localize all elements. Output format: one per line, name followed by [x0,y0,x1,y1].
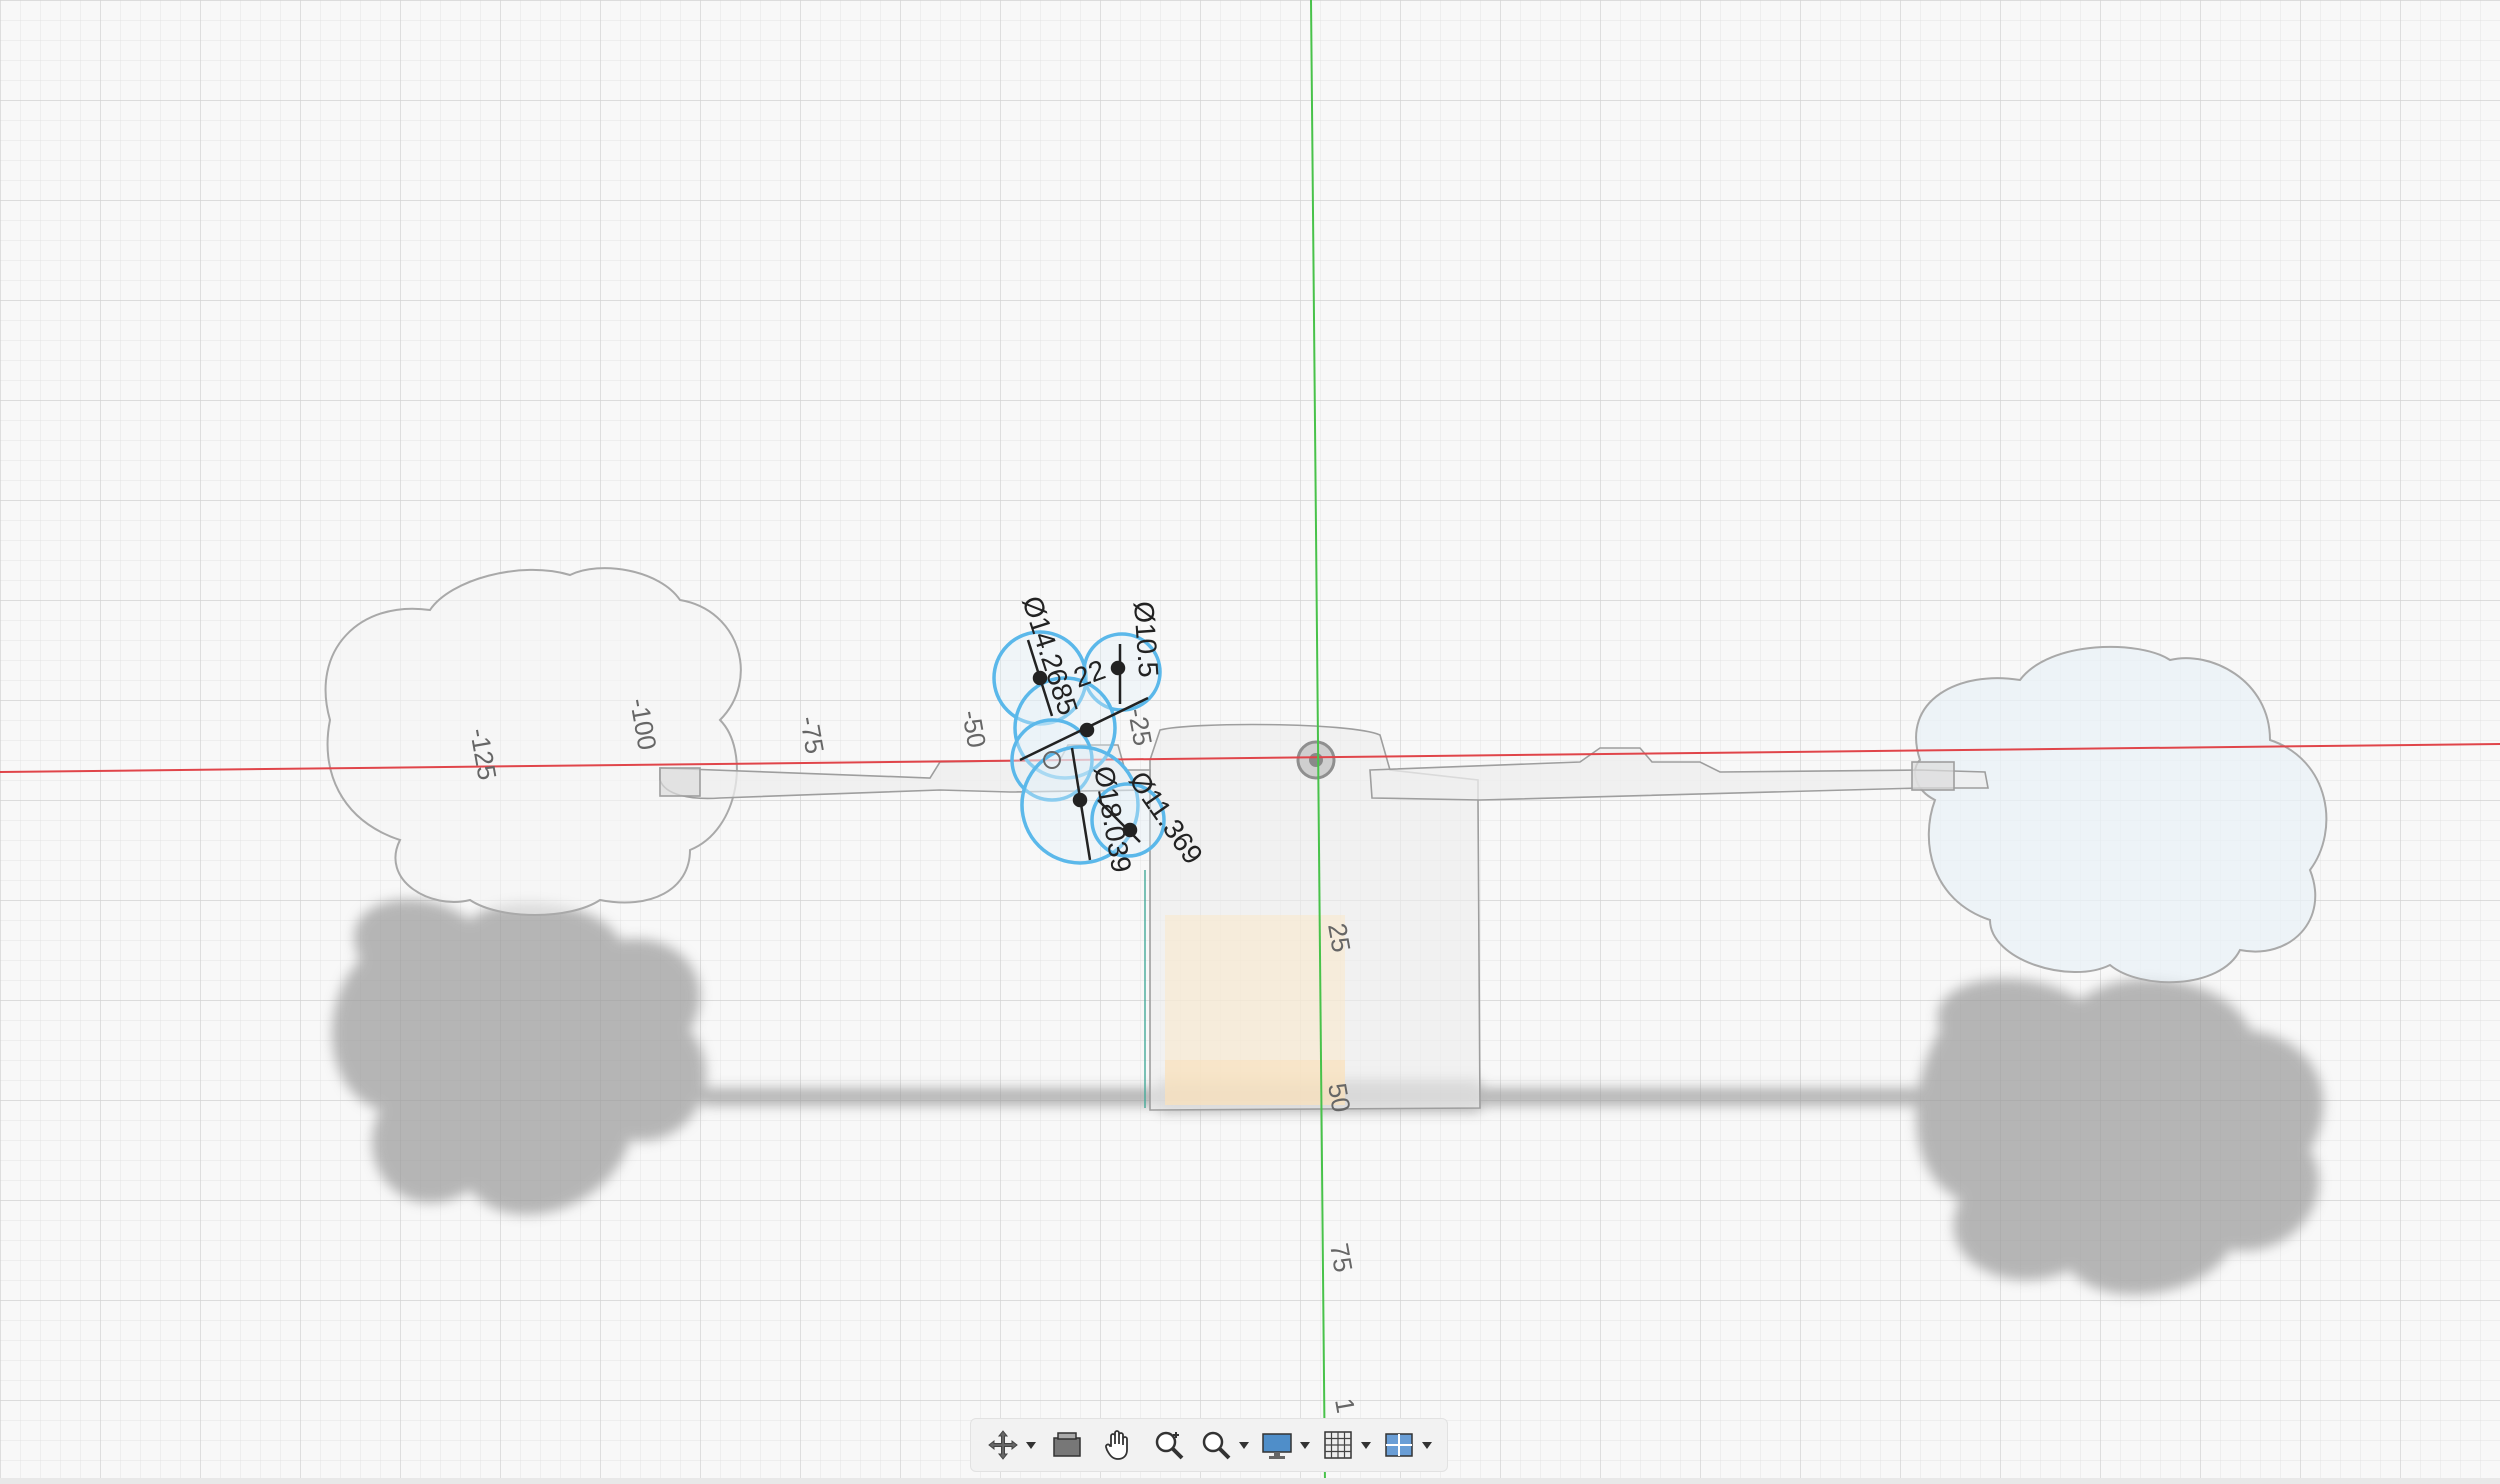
chevron-down-icon [1421,1441,1432,1449]
chevron-down-icon [1239,1441,1250,1449]
display-settings-button[interactable] [1260,1425,1311,1465]
chevron-down-icon [1300,1441,1311,1449]
fit-button[interactable] [1199,1425,1250,1465]
dimension-label[interactable]: Ø10.5 [1128,600,1164,678]
pan-button[interactable] [1098,1425,1138,1465]
hand-icon [1101,1428,1135,1462]
monitor-icon [1260,1428,1294,1462]
y-tick: 25 [1322,921,1357,955]
chevron-down-icon [1026,1441,1037,1449]
x-tick: -50 [956,708,992,750]
y-tick: 75 [1324,1241,1359,1275]
zoom-window-icon [1199,1428,1233,1462]
x-tick: -25 [1122,706,1158,748]
bottom-edge [0,1478,2500,1484]
viewports-icon [1382,1428,1416,1462]
viewports-button[interactable] [1382,1425,1432,1465]
y-tick: 50 [1322,1081,1357,1115]
orbit-button[interactable] [986,1425,1037,1465]
chevron-down-icon [1360,1441,1371,1449]
grid-icon [1321,1428,1355,1462]
look-at-icon [1050,1428,1084,1462]
x-tick: -75 [794,714,830,756]
navigation-toolbar [970,1418,1448,1472]
zoom-button[interactable] [1149,1425,1189,1465]
orbit-icon [986,1428,1020,1462]
grid-settings-button[interactable] [1321,1425,1371,1465]
look-at-button[interactable] [1047,1425,1087,1465]
zoom-icon [1152,1428,1186,1462]
design-canvas[interactable]: -125 -100 -75 -50 -25 25 50 75 1 Ø14.268 [0,0,2500,1484]
